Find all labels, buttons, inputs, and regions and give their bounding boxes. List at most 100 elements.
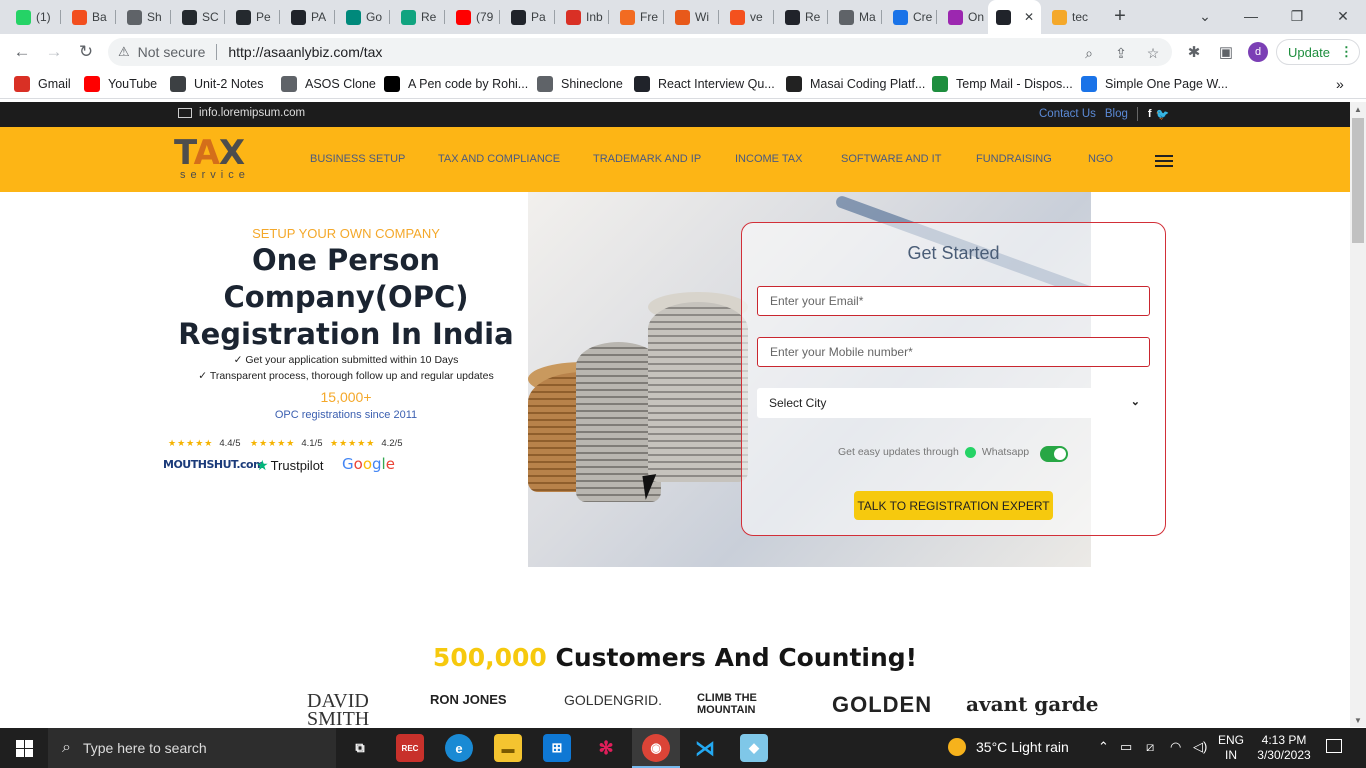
tab-globe[interactable]: Ma — [831, 4, 879, 30]
store-icon[interactable]: ⊞ — [543, 734, 571, 762]
share-icon[interactable]: ⇪ — [1112, 44, 1130, 62]
security-label[interactable]: Not secure — [138, 44, 206, 60]
facebook-icon[interactable]: f — [1148, 108, 1152, 120]
tab-react[interactable]: Re — [777, 4, 825, 30]
scroll-up-icon[interactable]: ▲ — [1354, 105, 1362, 114]
tab-tax-service[interactable]: tec — [1044, 4, 1092, 30]
update-button[interactable]: Update ⋮ — [1276, 39, 1360, 65]
email-field[interactable] — [757, 286, 1150, 316]
hamburger-menu-icon[interactable] — [1155, 155, 1173, 167]
city-select[interactable]: Select City ⌄ — [757, 388, 1150, 418]
tab-vercel[interactable]: ve — [722, 4, 770, 30]
twitter-icon[interactable]: 🐦 — [1156, 108, 1170, 121]
vscode-icon[interactable]: ⋊ — [691, 734, 719, 762]
recorder-icon[interactable]: REC — [396, 734, 424, 762]
bookmark-item[interactable]: React Interview Qu... — [634, 75, 775, 93]
bookmark-item[interactable]: A Pen code by Rohi... — [384, 75, 528, 93]
nav-item[interactable]: INCOME TAX — [735, 153, 802, 165]
wifi-icon[interactable]: ◠ — [1170, 739, 1181, 755]
email-contact[interactable]: info.loremipsum.com — [178, 107, 305, 119]
extensions-icon[interactable]: ✱ — [1182, 40, 1206, 64]
nav-item[interactable]: SOFTWARE AND IT — [841, 153, 941, 165]
tab-react[interactable]: PA — [283, 4, 331, 30]
bookmark-item[interactable]: YouTube — [84, 75, 157, 93]
mobile-field[interactable] — [757, 337, 1150, 367]
file-explorer-icon[interactable]: ▬ — [494, 734, 522, 762]
site-logo[interactable]: TAX service — [174, 136, 264, 184]
minimize-button[interactable]: — — [1228, 0, 1274, 32]
back-button[interactable]: ← — [10, 40, 34, 64]
nav-item[interactable]: NGO — [1088, 153, 1113, 165]
blog-link[interactable]: Blog — [1105, 108, 1128, 120]
tab-w3[interactable]: Wi — [667, 4, 715, 30]
whatsapp-toggle[interactable] — [1040, 446, 1068, 462]
mouthshut-logo[interactable]: MOUTHSHUT.com — [163, 458, 265, 471]
tab-whatsapp[interactable]: (1) — [8, 4, 56, 30]
close-window-button[interactable]: ✕ — [1320, 0, 1366, 32]
bookmark-item[interactable]: Temp Mail - Dispos... — [932, 75, 1073, 93]
star-icon[interactable]: ☆ — [1144, 44, 1162, 62]
meet-icon[interactable]: ⧄ — [1146, 739, 1154, 755]
bookmark-item[interactable]: ASOS Clone — [281, 75, 376, 93]
tab-youtube[interactable]: (79 — [448, 4, 496, 30]
forward-button[interactable]: → — [42, 40, 66, 64]
tab-github[interactable]: SC — [174, 4, 222, 30]
bookmark-item[interactable]: Shineclone — [537, 75, 623, 93]
contact-us-link[interactable]: Contact Us — [1039, 108, 1096, 120]
chevron-up-icon[interactable]: ⌃ — [1098, 739, 1109, 755]
menu-icon[interactable]: ⋮ — [1340, 44, 1353, 60]
tab-github[interactable]: Pe — [228, 4, 276, 30]
talk-to-expert-button[interactable]: TALK TO REGISTRATION EXPERT — [854, 491, 1053, 520]
tab-canva[interactable]: Cre — [885, 4, 933, 30]
side-panel-icon[interactable]: ▣ — [1214, 40, 1238, 64]
app-icon[interactable]: ◆ — [740, 734, 768, 762]
bookmark-item[interactable]: Simple One Page W... — [1081, 75, 1228, 93]
tab-on[interactable]: On — [940, 4, 988, 30]
nav-item[interactable]: TAX AND COMPLIANCE — [438, 153, 560, 165]
url-text[interactable]: http://asaanlybiz.com/tax — [228, 44, 382, 60]
edge-icon[interactable]: e — [445, 734, 473, 762]
scrollbar[interactable]: ▲ ▼ — [1350, 102, 1366, 727]
start-button[interactable] — [0, 728, 48, 768]
battery-icon[interactable]: ▭ — [1120, 739, 1132, 755]
mail-icon — [178, 108, 192, 118]
tab-react[interactable]: Pa — [503, 4, 551, 30]
google-logo[interactable]: Google — [342, 455, 395, 473]
tab-search-icon[interactable]: ⌄ — [1182, 0, 1228, 32]
trustpilot-logo[interactable]: ★ Trustpilot — [256, 457, 324, 474]
close-tab-icon[interactable]: ✕ — [1024, 10, 1034, 24]
zoom-icon[interactable]: ⌕ — [1080, 44, 1098, 62]
nav-item[interactable]: BUSINESS SETUP — [310, 153, 405, 165]
bookmark-item[interactable]: Masai Coding Platf... — [786, 75, 925, 93]
tab-globe[interactable]: Sh — [119, 4, 167, 30]
notification-icon[interactable] — [1326, 739, 1342, 753]
address-bar[interactable]: ⚠ Not secure http://asaanlybiz.com/tax ⌕… — [108, 38, 1172, 66]
task-view-icon[interactable]: ⧉ — [346, 734, 374, 762]
volume-icon[interactable]: ◁) — [1193, 739, 1207, 755]
slack-icon[interactable]: ✻ — [592, 734, 620, 762]
bookmark-item[interactable]: Unit-2 Notes — [170, 75, 263, 93]
tab-box[interactable]: Fre — [612, 4, 660, 30]
tab-google-meet[interactable]: Go — [338, 4, 386, 30]
reload-button[interactable]: ↻ — [74, 40, 98, 64]
restore-button[interactable]: ❐ — [1274, 0, 1320, 32]
tab-react[interactable]: ✕ — [988, 0, 1041, 34]
new-tab-button[interactable]: + — [1110, 6, 1130, 28]
tab-divider — [444, 10, 445, 24]
nav-item[interactable]: FUNDRAISING — [976, 153, 1052, 165]
tab-figma[interactable]: Ba — [64, 4, 112, 30]
avatar[interactable]: d — [1248, 42, 1268, 62]
scrollbar-thumb[interactable] — [1352, 118, 1364, 243]
taskbar-search[interactable]: ⌕ Type here to search — [48, 728, 336, 768]
more-bookmarks-icon[interactable]: » — [1336, 75, 1344, 93]
warning-icon[interactable]: ⚠ — [118, 44, 130, 60]
weather-widget[interactable]: 35°C Light rain — [948, 738, 1069, 756]
bookmark-item[interactable]: Gmail — [14, 75, 71, 93]
clock[interactable]: 4:13 PM 3/30/2023 — [1254, 733, 1314, 763]
chrome-icon[interactable]: ◉ — [642, 734, 670, 762]
nav-item[interactable]: TRADEMARK AND IP — [593, 153, 701, 165]
tab-gmail[interactable]: Inb — [558, 4, 606, 30]
scroll-down-icon[interactable]: ▼ — [1354, 716, 1362, 725]
tab-chatgpt[interactable]: Re — [393, 4, 441, 30]
language-indicator[interactable]: ENG IN — [1218, 733, 1244, 763]
